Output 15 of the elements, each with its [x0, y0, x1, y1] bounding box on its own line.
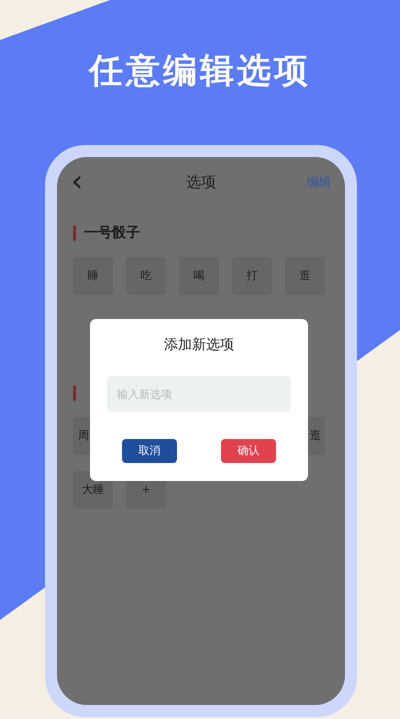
option-chip[interactable]: 吃 — [126, 257, 166, 295]
headline: 任意编辑选项 — [89, 50, 311, 93]
input-field[interactable]: 输入新选项 — [107, 376, 291, 412]
section-marker — [73, 385, 76, 401]
cancel-button[interactable]: 取消 — [122, 439, 177, 463]
section-marker — [73, 225, 76, 241]
option-chip[interactable]: 睡 — [73, 257, 113, 295]
option-chip[interactable]: 喝 — [179, 257, 219, 295]
option-chip[interactable]: 打 — [232, 257, 272, 295]
option-chip[interactable]: 逛 — [285, 257, 325, 295]
confirm-button[interactable]: 确认 — [221, 439, 276, 463]
page-title: 选项 — [186, 172, 216, 193]
section-title: 一号骰子 — [84, 224, 140, 242]
back-button[interactable]: ‹ — [71, 167, 111, 197]
dialog-title: 添加新选项 — [164, 336, 234, 355]
